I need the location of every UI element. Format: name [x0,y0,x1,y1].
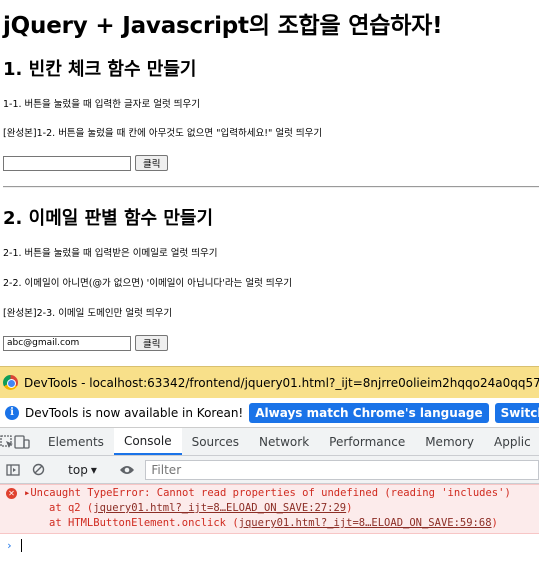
error-stack-line-1: at q2 (jquery01.html?_ijt=8…ELOAD_ON_SAV… [49,502,352,514]
divider [3,186,539,188]
context-selector[interactable]: top ▾ [60,463,105,477]
switch-language-button[interactable]: Switch DevTools to Ko [494,402,539,423]
sidebar-icon[interactable] [0,463,26,476]
devtools-tab-bar: Elements Console Sources Network Perform… [0,428,539,456]
stack-prefix: at q2 ( [49,502,94,514]
context-label: top [68,462,88,477]
chrome-icon [3,375,18,390]
infobar-text: DevTools is now available in Korean! [25,405,244,420]
web-page: jQuery + Javascript의 조합을 연습하자! 1. 빈칸 체크 … [0,0,539,366]
inspect-icon[interactable] [0,428,14,455]
email-check-button[interactable]: 클릭 [135,335,169,351]
section1-text-2: [완성본]1-2. 버튼을 눌렀을 때 칸에 아무것도 없으면 "입력하세요!"… [3,128,323,139]
section1-heading: 1. 빈칸 체크 함수 만들기 [3,59,197,80]
blank-check-button[interactable]: 클릭 [135,155,169,171]
stack-suffix: ) [491,517,498,529]
eye-icon[interactable] [114,464,140,476]
page-title: jQuery + Javascript의 조합을 연습하자! [3,13,443,39]
text-caret [20,539,22,552]
console-filter-input[interactable] [145,459,539,480]
section1-form: 클릭 [3,155,169,171]
section2-text-3: [완성본]2-3. 이메일 도메인만 얼럿 띄우기 [3,308,173,319]
error-line-1[interactable]: ▸Uncaught TypeError: Cannot read propert… [24,487,511,499]
console-error-message: ✕ ▸Uncaught TypeError: Cannot read prope… [0,484,539,534]
chevron-down-icon: ▾ [90,462,97,477]
stack-prefix: at HTMLButtonElement.onclick ( [49,517,239,529]
stack-link-2[interactable]: jquery01.html?_ijt=8…ELOAD_ON_SAVE:59:68 [239,517,492,529]
tab-memory[interactable]: Memory [415,428,484,455]
language-infobar: i DevTools is now available in Korean! A… [0,398,539,428]
stack-suffix: ) [346,502,353,514]
tab-application[interactable]: Applic [484,428,539,455]
section2-form: 클릭 [3,335,169,351]
section1-text-1: 1-1. 버튼을 눌렀을 때 입력한 글자로 얼럿 띄우기 [3,99,200,110]
error-stack-line-2: at HTMLButtonElement.onclick (jquery01.h… [49,517,498,529]
tab-console[interactable]: Console [113,428,182,455]
clear-icon[interactable] [26,463,52,476]
email-input[interactable] [3,335,131,351]
error-icon: ✕ [6,488,17,499]
console-prompt[interactable]: › [6,539,22,552]
blank-check-input[interactable] [3,155,131,171]
section2-text-1: 2-1. 버튼을 눌렀을 때 입력받은 이메일로 얼럿 띄우기 [3,248,218,259]
match-language-button[interactable]: Always match Chrome's language [249,402,489,423]
tab-performance[interactable]: Performance [319,428,415,455]
tab-elements[interactable]: Elements [38,428,114,455]
section2-heading: 2. 이메일 판별 함수 만들기 [3,208,214,229]
tab-sources[interactable]: Sources [182,428,249,455]
devtools-window-title: DevTools - localhost:63342/frontend/jque… [24,375,539,390]
info-icon: i [5,405,19,420]
section2-text-2: 2-2. 이메일이 아니면(@가 없으면) '이메일이 아닙니다'라는 얼럿 띄… [3,278,293,289]
tab-network[interactable]: Network [249,428,319,455]
error-text: Uncaught TypeError: Cannot read properti… [30,487,511,499]
devtools-title-bar: DevTools - localhost:63342/frontend/jque… [0,366,539,398]
stack-link-1[interactable]: jquery01.html?_ijt=8…ELOAD_ON_SAVE:27:29 [93,502,346,514]
console-toolbar: top ▾ [0,456,539,484]
console-output: ✕ ▸Uncaught TypeError: Cannot read prope… [0,484,539,564]
device-icon[interactable] [14,428,30,455]
prompt-icon: › [6,539,13,552]
